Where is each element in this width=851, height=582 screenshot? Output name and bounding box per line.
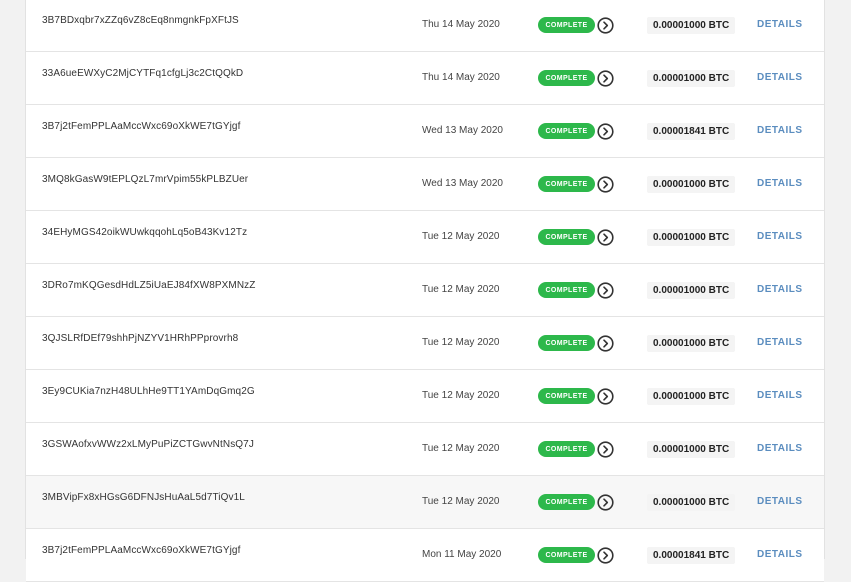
details-link[interactable]: DETAILS [757, 496, 803, 507]
transaction-address: 3B7j2tFemPPLAaMccWxc69oXkWE7tGYjgf [42, 121, 241, 132]
chevron-right-circle-icon[interactable] [597, 335, 614, 352]
status-badge: COMPLETE [538, 282, 595, 298]
chevron-right-circle-icon[interactable] [597, 441, 614, 458]
transaction-row: 33A6ueEWXyC2MjCYTFq1cfgLj3c2CtQQkD Thu 1… [26, 52, 824, 105]
transaction-address: 3Ey9CUKia7nzH48ULhHe9TT1YAmDqGmq2G [42, 386, 255, 397]
transaction-amount: 0.00001000 BTC [647, 176, 736, 193]
transaction-row: 3Ey9CUKia7nzH48ULhHe9TT1YAmDqGmq2G Tue 1… [26, 370, 824, 423]
transaction-date: Tue 12 May 2020 [422, 284, 500, 295]
status-badge: COMPLETE [538, 229, 595, 245]
chevron-right-circle-icon[interactable] [597, 388, 614, 405]
transaction-date: Wed 13 May 2020 [422, 125, 503, 136]
transaction-date: Tue 12 May 2020 [422, 231, 500, 242]
status-badge: COMPLETE [538, 494, 595, 510]
chevron-right-circle-icon[interactable] [597, 282, 614, 299]
transaction-row: 3B7j2tFemPPLAaMccWxc69oXkWE7tGYjgf Wed 1… [26, 105, 824, 158]
transaction-address: 3MBVipFx8xHGsG6DFNJsHuAaL5d7TiQv1L [42, 492, 245, 503]
chevron-right-circle-icon[interactable] [597, 229, 614, 246]
details-link[interactable]: DETAILS [757, 125, 803, 136]
transaction-amount: 0.00001000 BTC [647, 17, 736, 34]
transaction-amount: 0.00001841 BTC [647, 123, 736, 140]
transaction-amount: 0.00001000 BTC [647, 282, 736, 299]
transaction-date: Thu 14 May 2020 [422, 19, 500, 30]
transaction-row: 3B7BDxqbr7xZZq6vZ8cEq8nmgnkFpXFtJS Thu 1… [26, 0, 824, 52]
chevron-right-circle-icon[interactable] [597, 17, 614, 34]
transaction-amount: 0.00001000 BTC [647, 335, 736, 352]
details-link[interactable]: DETAILS [757, 19, 803, 30]
transaction-date: Tue 12 May 2020 [422, 337, 500, 348]
transaction-amount: 0.00001000 BTC [647, 388, 736, 405]
chevron-right-circle-icon[interactable] [597, 70, 614, 87]
transaction-address: 3DRo7mKQGesdHdLZ5iUaEJ84fXW8PXMNzZ [42, 280, 256, 291]
transaction-address: 3B7j2tFemPPLAaMccWxc69oXkWE7tGYjgf [42, 545, 241, 556]
transaction-row: 3MBVipFx8xHGsG6DFNJsHuAaL5d7TiQv1L Tue 1… [26, 476, 824, 529]
transaction-address: 34EHyMGS42oikWUwkqqohLq5oB43Kv12Tz [42, 227, 248, 238]
details-link[interactable]: DETAILS [757, 549, 803, 560]
chevron-right-circle-icon[interactable] [597, 176, 614, 193]
status-badge: COMPLETE [538, 441, 595, 457]
chevron-right-circle-icon[interactable] [597, 123, 614, 140]
details-link[interactable]: DETAILS [757, 231, 803, 242]
status-badge: COMPLETE [538, 388, 595, 404]
status-badge: COMPLETE [538, 176, 595, 192]
transaction-address: 3QJSLRfDEf79shhPjNZYV1HRhPPprovrh8 [42, 333, 239, 344]
status-badge: COMPLETE [538, 17, 595, 33]
status-badge: COMPLETE [538, 123, 595, 139]
transaction-row: 3GSWAofxvWWz2xLMyPuPiZCTGwvNtNsQ7J Tue 1… [26, 423, 824, 476]
transaction-row: 3MQ8kGasW9tEPLQzL7mrVpim55kPLBZUer Wed 1… [26, 158, 824, 211]
transaction-address: 3GSWAofxvWWz2xLMyPuPiZCTGwvNtNsQ7J [42, 439, 254, 450]
status-badge: COMPLETE [538, 335, 595, 351]
transaction-address: 3MQ8kGasW9tEPLQzL7mrVpim55kPLBZUer [42, 174, 249, 185]
transaction-amount: 0.00001000 BTC [647, 70, 736, 87]
transaction-row: 34EHyMGS42oikWUwkqqohLq5oB43Kv12Tz Tue 1… [26, 211, 824, 264]
details-link[interactable]: DETAILS [757, 284, 803, 295]
status-badge: COMPLETE [538, 547, 595, 563]
transaction-row: 3QJSLRfDEf79shhPjNZYV1HRhPPprovrh8 Tue 1… [26, 317, 824, 370]
transaction-amount: 0.00001000 BTC [647, 441, 736, 458]
details-link[interactable]: DETAILS [757, 337, 803, 348]
transaction-amount: 0.00001000 BTC [647, 494, 736, 511]
transaction-date: Thu 14 May 2020 [422, 72, 500, 83]
transaction-date: Tue 12 May 2020 [422, 390, 500, 401]
details-link[interactable]: DETAILS [757, 390, 803, 401]
transaction-date: Tue 12 May 2020 [422, 443, 500, 454]
transaction-address: 33A6ueEWXyC2MjCYTFq1cfgLj3c2CtQQkD [42, 68, 244, 79]
chevron-right-circle-icon[interactable] [597, 494, 614, 511]
transaction-address: 3B7BDxqbr7xZZq6vZ8cEq8nmgnkFpXFtJS [42, 15, 239, 26]
status-badge: COMPLETE [538, 70, 595, 86]
details-link[interactable]: DETAILS [757, 178, 803, 189]
transaction-date: Wed 13 May 2020 [422, 178, 503, 189]
transaction-date: Mon 11 May 2020 [422, 549, 502, 560]
transaction-date: Tue 12 May 2020 [422, 496, 500, 507]
details-link[interactable]: DETAILS [757, 72, 803, 83]
transaction-list: 3B7BDxqbr7xZZq6vZ8cEq8nmgnkFpXFtJS Thu 1… [25, 0, 825, 582]
transaction-amount: 0.00001000 BTC [647, 229, 736, 246]
details-link[interactable]: DETAILS [757, 443, 803, 454]
transaction-row: 3DRo7mKQGesdHdLZ5iUaEJ84fXW8PXMNzZ Tue 1… [26, 264, 824, 317]
